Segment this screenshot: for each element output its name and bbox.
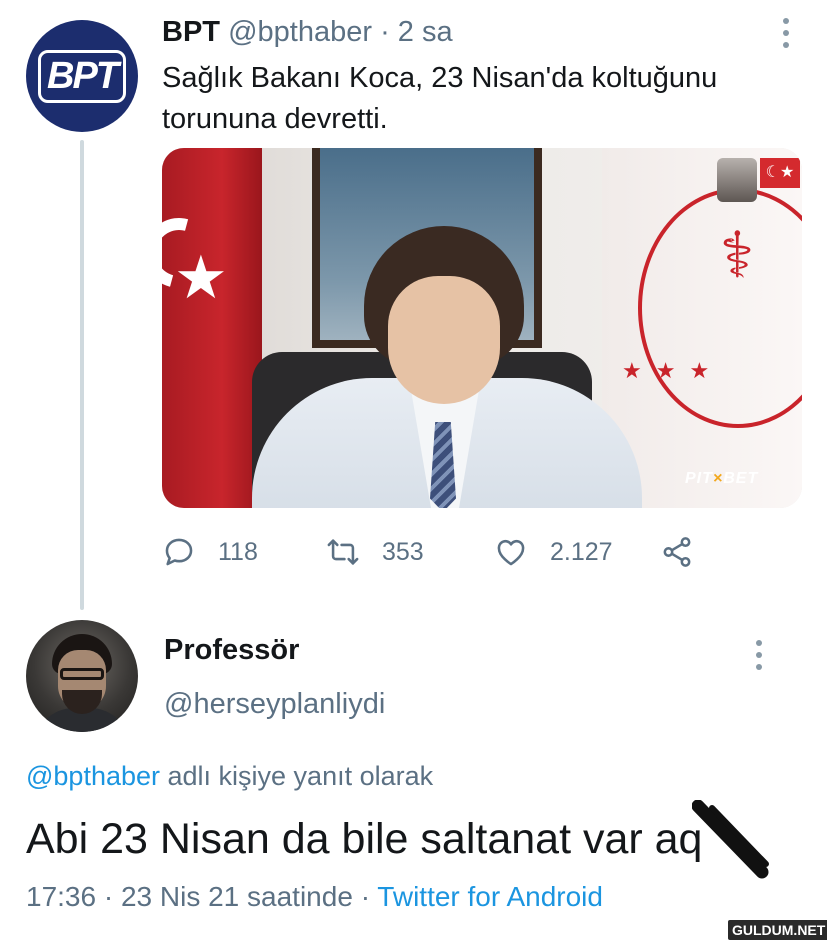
media-watermark-accent: × xyxy=(712,470,724,487)
like-icon xyxy=(497,539,525,566)
more-icon[interactable] xyxy=(778,18,794,48)
reply-text: Abi 23 Nisan da bile saltanat var aq xyxy=(26,815,703,863)
bpt-logo: BPT xyxy=(38,49,126,103)
reply-author-name[interactable]: Professör xyxy=(164,632,299,668)
turkish-flag-icon: ☾★ xyxy=(760,158,800,188)
turkish-flag-left: ★ xyxy=(162,148,262,508)
reply-button[interactable]: 118 xyxy=(162,530,258,574)
professor-avatar[interactable] xyxy=(26,620,138,732)
censor-scribble xyxy=(692,800,769,879)
reply-date: 23 Nis 21 saatinde xyxy=(120,881,353,912)
corner-portrait-icon xyxy=(717,158,757,202)
reply-to-label: adlı kişiye yanıt olarak xyxy=(160,761,434,791)
bpt-avatar[interactable]: BPT xyxy=(26,20,138,132)
tweet-header: BPT @bpthaber · 2 sa xyxy=(162,14,453,50)
reply-source-link[interactable]: Twitter for Android xyxy=(377,881,603,912)
retweet-icon xyxy=(327,539,359,565)
meta-separator-2: · xyxy=(360,881,371,912)
like-button[interactable]: 2.127 xyxy=(494,530,613,574)
reply-to-mention[interactable]: @bpthaber xyxy=(26,761,160,791)
like-count: 2.127 xyxy=(550,537,613,566)
child-face xyxy=(388,276,500,404)
caduceus-icon: ⚕ xyxy=(719,219,755,291)
tweet-media-image[interactable]: ★ ⚕ ★★★ ☾★ PIT×BET xyxy=(162,148,802,508)
tweet-header-separator: · xyxy=(380,16,390,48)
retweet-button[interactable]: 353 xyxy=(326,530,424,574)
site-watermark: GULDUM.NET xyxy=(728,920,827,940)
reply-count: 118 xyxy=(218,537,258,566)
thread-connector-line xyxy=(80,140,84,610)
tweet-author-handle[interactable]: @bpthaber xyxy=(228,16,372,48)
retweet-count: 353 xyxy=(382,537,424,566)
reply-more-icon[interactable] xyxy=(751,640,767,670)
share-icon xyxy=(663,537,691,567)
reply-meta: 17:36 · 23 Nis 21 saatinde · Twitter for… xyxy=(26,878,603,916)
tweet-author-name[interactable]: BPT xyxy=(162,16,220,48)
meta-separator: · xyxy=(103,881,114,912)
tweet-actions: 118 353 2.127 xyxy=(162,530,722,574)
avatar-glasses xyxy=(60,668,104,680)
tweet-timestamp[interactable]: 2 sa xyxy=(398,16,453,48)
reply-icon xyxy=(165,538,193,566)
tweet-text: Sağlık Bakanı Koca, 23 Nisan'da koltuğun… xyxy=(162,62,718,135)
media-watermark: PIT×BET xyxy=(685,470,758,488)
reply-author-handle[interactable]: @herseyplanliydi xyxy=(164,686,385,722)
replying-to: @bpthaber adlı kişiye yanıt olarak xyxy=(26,758,433,794)
emblem-stars: ★★★ xyxy=(622,358,724,383)
media-watermark-part-b: BET xyxy=(723,470,759,487)
share-button[interactable] xyxy=(660,530,694,574)
reply-time: 17:36 xyxy=(26,881,97,912)
media-watermark-part-a: PIT xyxy=(685,470,713,487)
